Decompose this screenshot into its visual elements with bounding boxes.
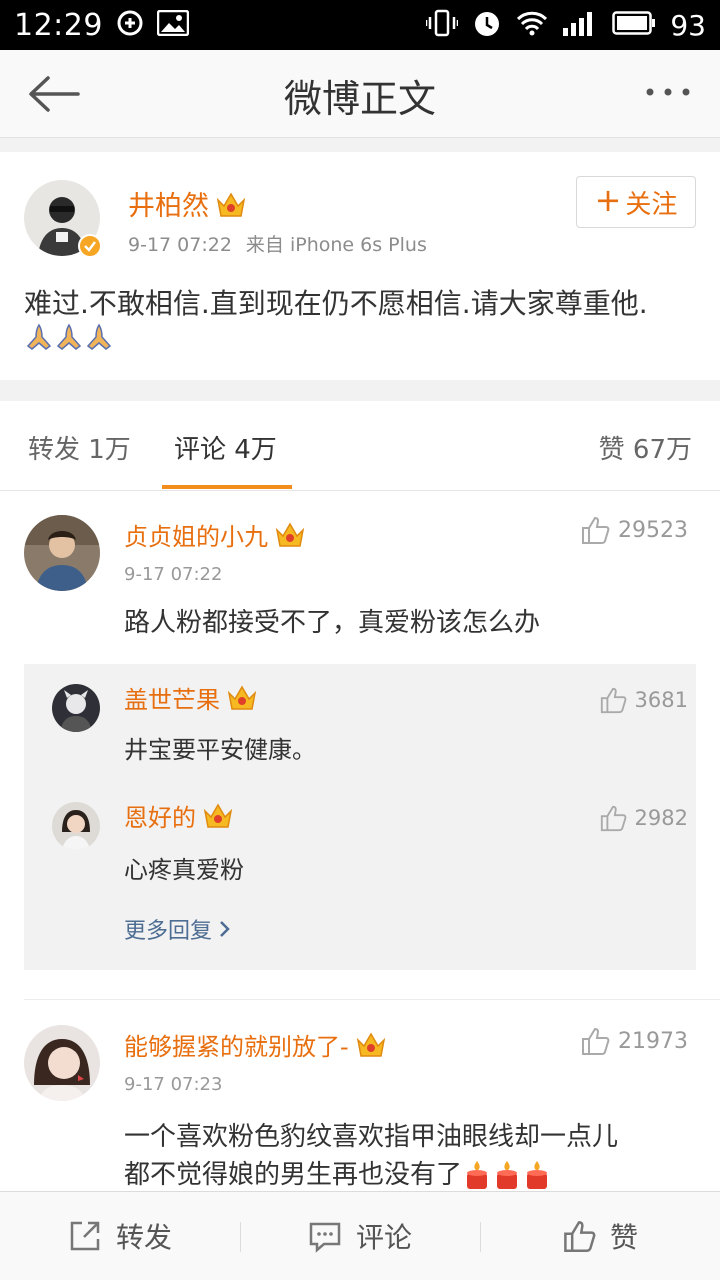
vibrate-icon <box>425 9 460 41</box>
reply-like-count: 2982 <box>634 806 688 830</box>
reply-author[interactable]: 恩好的 <box>124 798 234 833</box>
author-name-text[interactable]: 井柏然 <box>128 191 209 222</box>
nav-bar: 微博正文 <box>0 50 720 138</box>
comment-time: 9-17 07:22 <box>124 564 223 585</box>
verified-badge-icon <box>78 234 102 258</box>
plus-icon: + <box>594 181 622 219</box>
post-text: 难过.不敢相信.直到现在仍不愿相信.请大家尊重他. <box>24 287 648 320</box>
like-label: 赞 <box>609 1221 638 1254</box>
crown-icon <box>356 1032 385 1057</box>
post-meta: 9-17 07:22 来自 iPhone 6s Plus <box>128 230 427 257</box>
post-emojis <box>24 322 114 352</box>
thumbs-up-icon <box>582 1027 610 1055</box>
reply-box: 盖世芒果 3681 井宝要平安健康。 恩好的 2982 心疼真爱粉 更多回复 <box>24 664 696 970</box>
crown-icon <box>227 685 257 710</box>
tab-like[interactable]: 赞 67万 <box>599 429 692 466</box>
status-bar: 12:29 93 <box>0 0 720 50</box>
crown-icon <box>216 192 246 217</box>
reply-like-button[interactable]: 2982 <box>599 804 688 832</box>
pray-emoji-icon <box>86 323 112 350</box>
repost-icon <box>70 1221 100 1251</box>
reply-avatar[interactable] <box>52 684 100 732</box>
reply-avatar[interactable] <box>52 802 100 850</box>
candle-emoji-icon <box>497 1161 518 1189</box>
post-card: 井柏然 9-17 07:22 来自 iPhone 6s Plus + 关注 难过.… <box>0 152 720 380</box>
reply-author-text[interactable]: 恩好的 <box>124 804 196 832</box>
comment-divider <box>24 999 720 1000</box>
thumbs-up-icon <box>600 687 626 714</box>
comment-text: 路人粉都接受不了，真爱粉该怎么办 <box>124 608 541 638</box>
tab-comment[interactable]: 评论 4万 <box>174 429 277 466</box>
repost-button[interactable]: 转发 <box>0 1192 240 1280</box>
comment-like-button[interactable]: 21973 <box>580 1026 688 1056</box>
comment-button[interactable]: 评论 <box>240 1192 480 1280</box>
post-source: 来自 iPhone 6s Plus <box>245 234 427 256</box>
follow-label: 关注 <box>625 189 678 220</box>
more-replies-label[interactable]: 更多回复 <box>124 913 212 945</box>
status-time: 12:29 <box>14 7 103 43</box>
like-button[interactable]: 赞 <box>480 1192 720 1280</box>
reply-author[interactable]: 盖世芒果 <box>124 680 258 715</box>
active-tab-indicator <box>162 485 292 489</box>
thumbs-up-icon <box>600 805 626 832</box>
follow-button[interactable]: + 关注 <box>576 176 696 228</box>
reply-author-text[interactable]: 盖世芒果 <box>124 686 220 714</box>
candle-emoji-icon <box>527 1161 548 1189</box>
alarm-icon <box>472 8 502 42</box>
comment-like-count: 29523 <box>618 517 688 543</box>
thumbs-up-icon <box>564 1221 596 1252</box>
tab-repost[interactable]: 转发 1万 <box>28 429 131 466</box>
author-name[interactable]: 井柏然 <box>128 184 247 223</box>
battery-level: 93 <box>670 8 706 42</box>
page-title: 微博正文 <box>283 77 436 121</box>
bottom-toolbar: 转发 评论 赞 <box>0 1191 720 1280</box>
comment-label: 评论 <box>355 1221 412 1254</box>
more-options-icon[interactable] <box>644 80 692 104</box>
thumbs-up-icon <box>582 516 610 544</box>
crown-icon <box>275 522 305 547</box>
commenter-avatar[interactable] <box>24 1025 100 1101</box>
image-icon <box>156 9 190 40</box>
tab-bar: 转发 1万 评论 4万 赞 67万 <box>0 401 720 491</box>
comment-text-line: 都不觉得娘的男生再也没有了 <box>124 1155 552 1191</box>
battery-icon <box>612 11 656 39</box>
reply-text: 井宝要平安健康。 <box>124 736 316 764</box>
comment-text-line: 一个喜欢粉色豹纹喜欢指甲油眼线却一点儿 <box>124 1122 619 1152</box>
comment-time: 9-17 07:23 <box>124 1074 223 1095</box>
signal-icon <box>562 10 598 40</box>
more-replies-link[interactable]: 更多回复 <box>124 913 232 945</box>
crown-icon <box>203 803 233 828</box>
comment-author-text[interactable]: 能够握紧的就别放了- <box>124 1033 349 1061</box>
comment-author[interactable]: 能够握紧的就别放了- <box>124 1027 387 1062</box>
reply-like-count: 3681 <box>634 688 688 712</box>
chevron-right-icon <box>220 921 230 937</box>
wifi-icon <box>516 10 548 40</box>
repost-label: 转发 <box>115 1221 172 1254</box>
post-date: 9-17 07:22 <box>128 234 232 256</box>
comment-like-count: 21973 <box>618 1028 688 1054</box>
comment-text-line2: 都不觉得娘的男生再也没有了 <box>124 1160 463 1190</box>
commenter-avatar[interactable] <box>24 515 100 591</box>
pray-emoji-icon <box>56 323 82 350</box>
comment-list: 贞贞姐的小九 9-17 07:22 29523 路人粉都接受不了，真爱粉该怎么办… <box>0 491 720 1191</box>
comment-like-button[interactable]: 29523 <box>580 515 688 545</box>
pray-emoji-icon <box>26 323 52 350</box>
reply-like-button[interactable]: 3681 <box>599 686 688 714</box>
comment-author-text[interactable]: 贞贞姐的小九 <box>124 523 268 551</box>
sync-icon <box>117 10 143 40</box>
comment-icon <box>309 1222 341 1253</box>
reply-text: 心疼真爱粉 <box>124 856 244 884</box>
comment-author[interactable]: 贞贞姐的小九 <box>124 517 306 552</box>
candle-emoji-icon <box>467 1161 488 1189</box>
